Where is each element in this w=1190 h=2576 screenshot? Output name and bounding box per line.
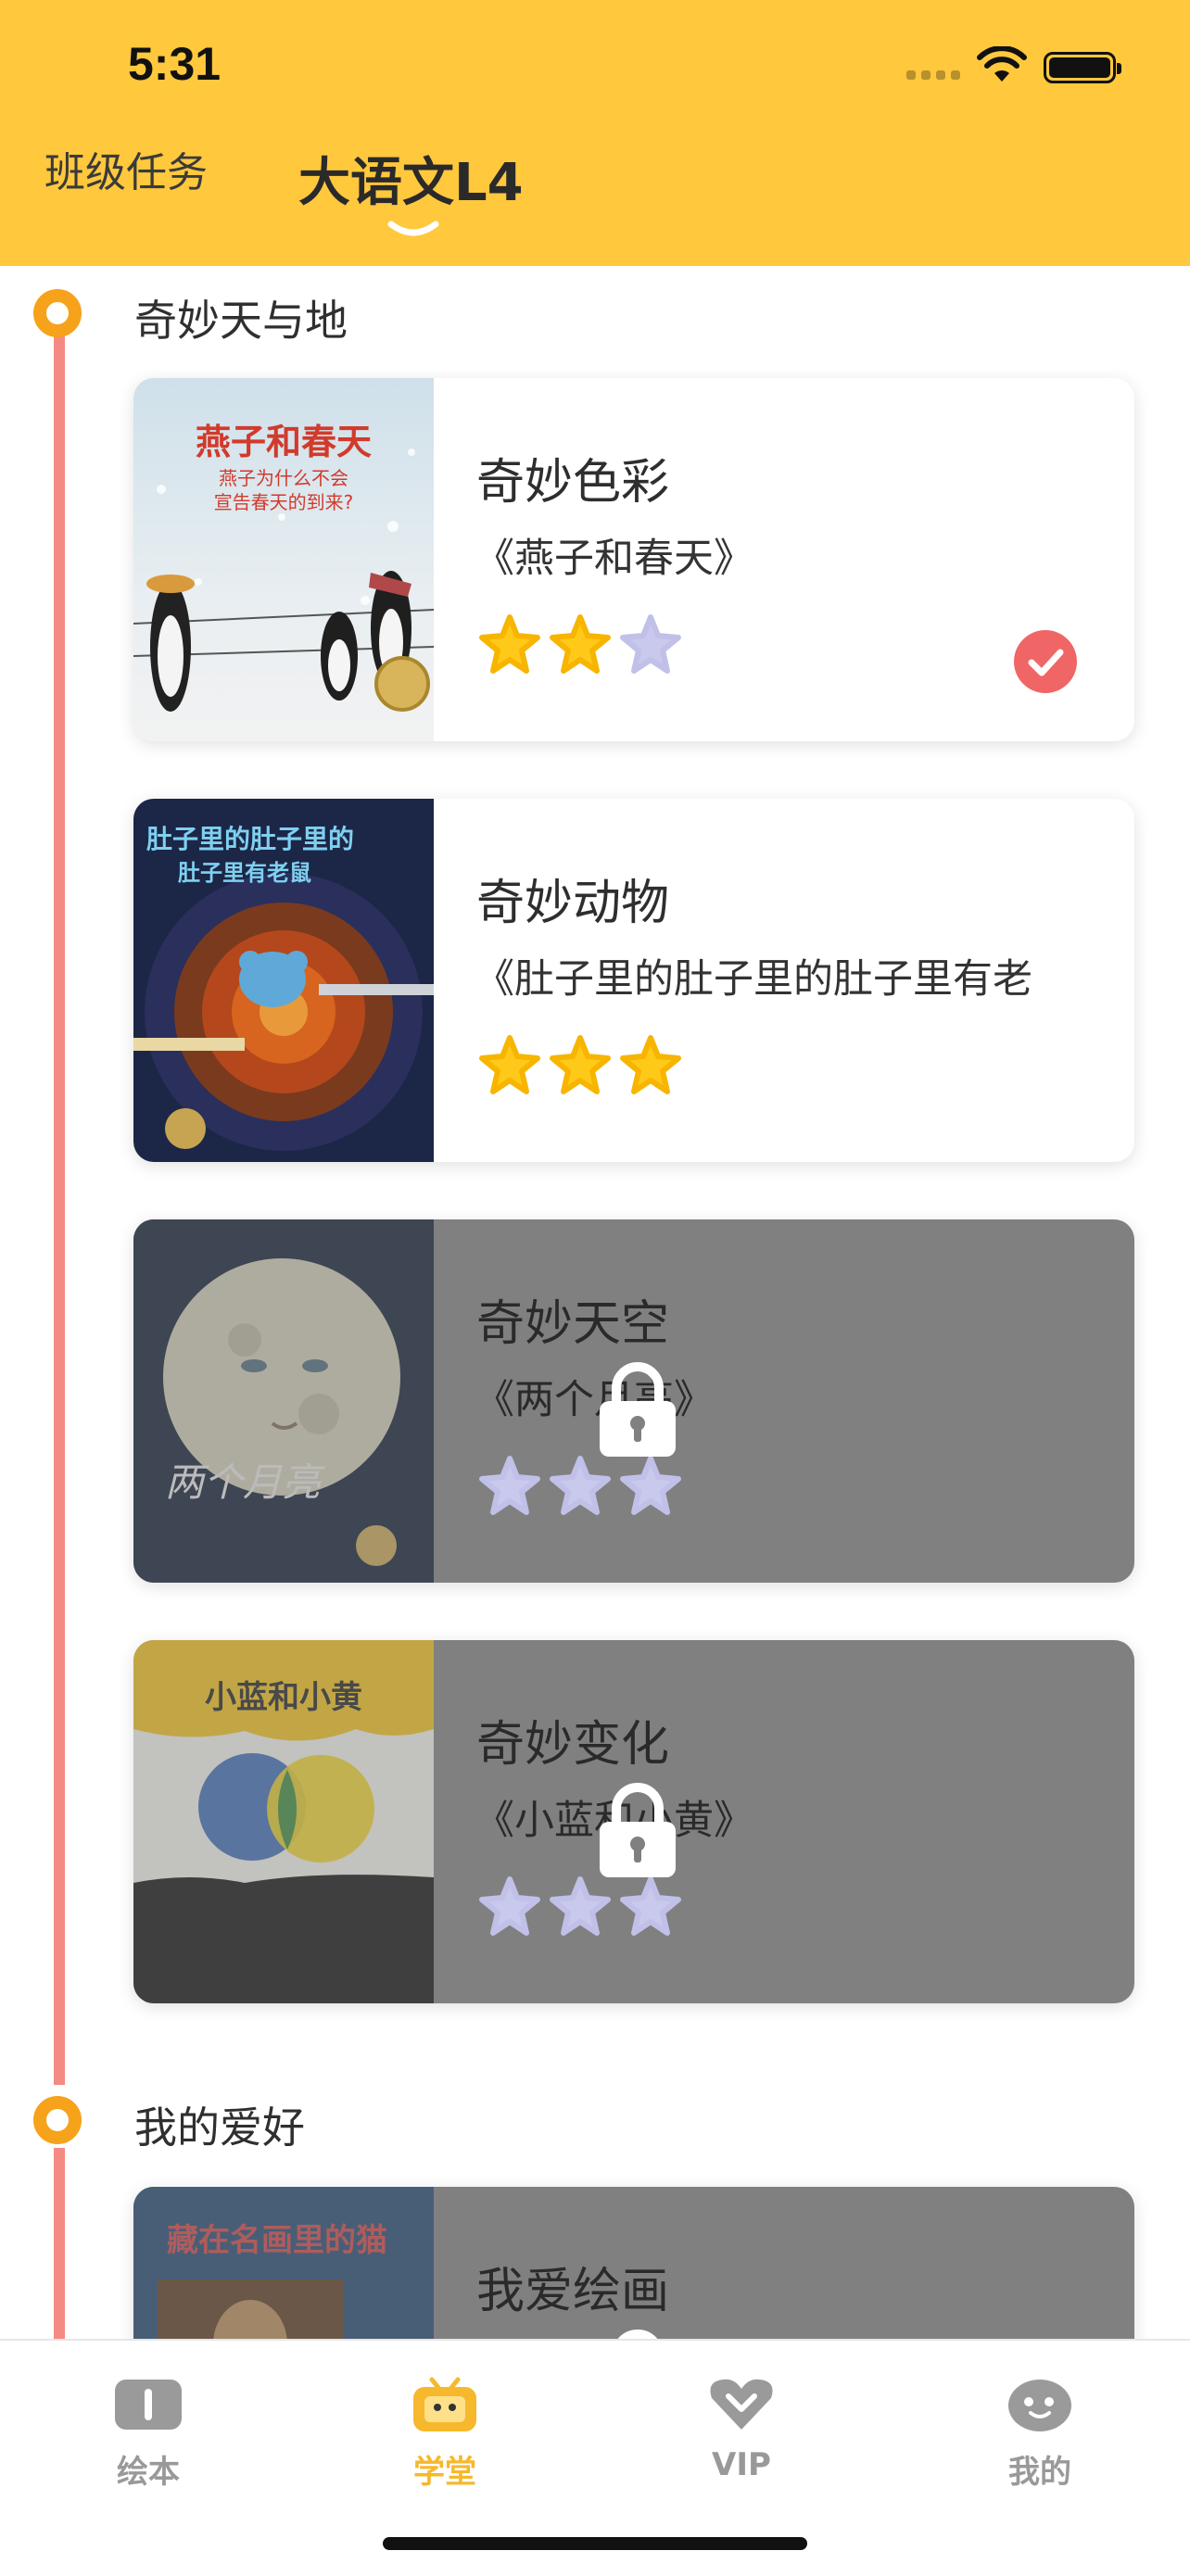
star-empty-icon bbox=[620, 1456, 681, 1515]
lesson-card-locked[interactable]: 两个月亮 奇妙天空 《两个月亮》 bbox=[133, 1219, 1134, 1583]
lesson-book-name: 《两个月亮》 bbox=[475, 1377, 714, 1423]
nav-label: VIP bbox=[712, 2446, 771, 2483]
completed-check-icon bbox=[1014, 630, 1077, 693]
nav-mine[interactable]: 我的 bbox=[966, 2359, 1114, 2507]
book-cover-art bbox=[163, 1258, 400, 1566]
book-cover: 小蓝和小黄 bbox=[133, 1640, 434, 2003]
star-filled-icon bbox=[550, 1035, 611, 1094]
section-node bbox=[33, 2096, 82, 2144]
cover-subtitle: 宣告春天的到来? bbox=[213, 491, 354, 513]
lock-icon bbox=[600, 1783, 676, 1877]
book-cover: 燕子和春天 燕子为什么不会 宣告春天的到来? bbox=[133, 378, 434, 741]
cover-title: 两个月亮 bbox=[165, 1459, 322, 1505]
tv-icon bbox=[413, 2377, 476, 2431]
section-node bbox=[33, 289, 82, 337]
nav-picture-books[interactable]: 绘本 bbox=[74, 2359, 222, 2507]
tab-class-tasks[interactable]: 班级任务 bbox=[44, 139, 208, 198]
battery-icon bbox=[1044, 52, 1121, 83]
timeline-line bbox=[54, 315, 65, 2085]
cover-title: 燕子和春天 bbox=[195, 422, 372, 462]
star-empty-icon bbox=[479, 1456, 540, 1515]
cover-title: 藏在名画里的猫 bbox=[167, 2222, 387, 2259]
section-title: 我的爱好 bbox=[134, 2102, 305, 2153]
star-empty-icon bbox=[620, 1876, 681, 1936]
timeline-line bbox=[54, 2148, 65, 2342]
star-empty-icon bbox=[479, 1876, 540, 1936]
home-indicator bbox=[383, 2537, 807, 2550]
cover-title: 肚子里有老鼠 bbox=[178, 860, 311, 886]
star-empty-icon bbox=[550, 1876, 611, 1936]
nav-label: 我的 bbox=[1008, 2454, 1071, 2491]
lesson-book-name: 《小蓝和小黄》 bbox=[475, 1798, 753, 1844]
nav-label: 绘本 bbox=[117, 2454, 180, 2491]
wifi-icon bbox=[977, 46, 1027, 82]
star-filled-icon bbox=[479, 614, 540, 674]
app-header: 5:31 班级任务 大语文L4 bbox=[0, 0, 1190, 266]
cellular-signal-icon bbox=[906, 70, 962, 83]
lesson-title: 奇妙变化 bbox=[476, 1717, 670, 1773]
star-filled-icon bbox=[550, 614, 611, 674]
lesson-title: 奇妙色彩 bbox=[476, 455, 670, 511]
lesson-card[interactable]: 肚子里的肚子里的 肚子里有老鼠 奇妙动物 《肚子里的肚子里的肚子里有老 bbox=[133, 799, 1134, 1162]
lesson-book-name: 《肚子里的肚子里的肚子里有老 bbox=[475, 956, 1032, 1003]
star-filled-icon bbox=[479, 1035, 540, 1094]
lesson-title: 我爱绘画 bbox=[476, 2264, 670, 2319]
star-empty-icon bbox=[620, 614, 681, 674]
star-filled-icon bbox=[620, 1035, 681, 1094]
tab-chinese-l4[interactable]: 大语文L4 bbox=[298, 141, 524, 216]
nav-label: 学堂 bbox=[413, 2454, 476, 2491]
lesson-title: 奇妙动物 bbox=[476, 876, 670, 931]
cover-title: 肚子里的肚子里的 bbox=[146, 824, 355, 854]
vip-heart-icon bbox=[710, 2379, 773, 2430]
book-icon bbox=[115, 2380, 182, 2430]
section-title: 奇妙天与地 bbox=[134, 296, 348, 346]
nav-classroom[interactable]: 学堂 bbox=[371, 2359, 519, 2507]
lesson-title: 奇妙天空 bbox=[476, 1296, 670, 1352]
book-cover: 两个月亮 bbox=[133, 1219, 434, 1583]
active-tab-indicator bbox=[387, 221, 439, 236]
nav-vip[interactable]: VIP bbox=[667, 2359, 816, 2507]
cover-title: 小蓝和小黄 bbox=[205, 1679, 362, 1716]
book-cover-art bbox=[133, 1640, 434, 2003]
lock-icon bbox=[600, 1362, 676, 1457]
lesson-book-name: 《燕子和春天》 bbox=[475, 536, 753, 582]
book-cover: 肚子里的肚子里的 肚子里有老鼠 bbox=[133, 799, 434, 1162]
status-time: 5:31 bbox=[128, 38, 222, 90]
face-icon bbox=[1008, 2380, 1071, 2431]
lesson-card[interactable]: 燕子和春天 燕子为什么不会 宣告春天的到来? 奇妙色彩 《燕子和春天》 bbox=[133, 378, 1134, 741]
star-empty-icon bbox=[550, 1456, 611, 1515]
lesson-card-locked[interactable]: 小蓝和小黄 奇妙变化 《小蓝和小黄》 bbox=[133, 1640, 1134, 2003]
cover-subtitle: 燕子为什么不会 bbox=[219, 467, 348, 489]
